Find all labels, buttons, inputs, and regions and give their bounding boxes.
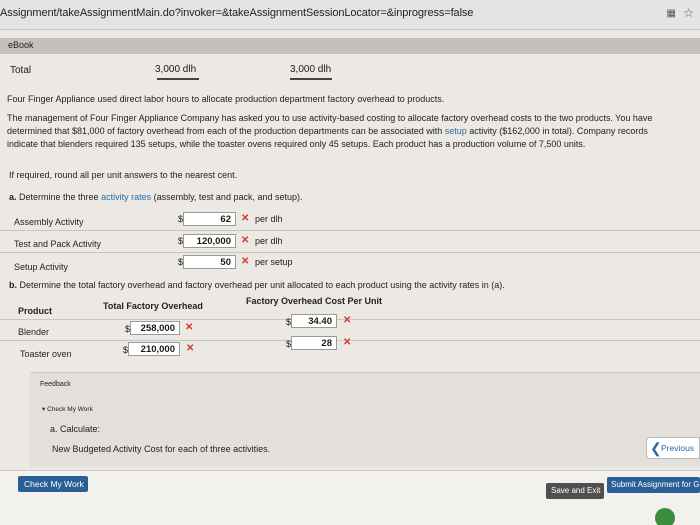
total-label: Total xyxy=(10,65,32,76)
total-underline-1 xyxy=(157,78,199,80)
setup-error-icon: ✕ xyxy=(241,256,250,267)
setup-link[interactable]: setup xyxy=(445,126,467,136)
test-pack-unit: per dlh xyxy=(255,236,283,246)
submit-assignment-button[interactable]: Submit Assignment for Grading xyxy=(607,477,700,493)
total-row: Total 3,000 dlh 3,000 dlh xyxy=(0,60,700,90)
url-text[interactable]: Assignment/takeAssignmentMain.do?invoker… xyxy=(0,7,473,19)
total-underline-2 xyxy=(290,78,332,80)
assembly-error-icon: ✕ xyxy=(241,213,250,224)
blender-total-input[interactable]: 258,000 xyxy=(130,321,180,335)
assembly-rate-input[interactable]: 62 xyxy=(183,212,236,226)
feedback-title: Feedback xyxy=(40,381,71,388)
check-my-work-toggle[interactable]: ▾ Check My Work xyxy=(42,403,93,416)
previous-button[interactable]: ❮ Previous xyxy=(646,437,700,459)
setup-activity-label: Setup Activity xyxy=(14,262,69,272)
toaster-total-input[interactable]: 210,000 xyxy=(128,342,180,356)
setup-rate-input[interactable]: 50 xyxy=(183,255,236,269)
toaster-per-unit-input[interactable]: 28 xyxy=(291,336,337,350)
check-my-work-button[interactable]: Check My Work xyxy=(18,476,88,492)
part-b-prompt: b. Determine the total factory overhead … xyxy=(9,280,505,290)
assembly-unit: per dlh xyxy=(255,214,283,224)
part-a-prompt: a. Determine the three activity rates (a… xyxy=(9,192,303,202)
assignment-page: eBook Total 3,000 dlh 3,000 dlh Four Fin… xyxy=(0,30,700,525)
feedback-detail: New Budgeted Activity Cost for each of t… xyxy=(52,444,271,454)
star-icon[interactable]: ☆ xyxy=(683,6,694,20)
total-value-1: 3,000 dlh xyxy=(155,64,197,75)
feedback-item: a. Calculate: xyxy=(50,424,101,434)
save-and-exit-button[interactable]: Save and Exit xyxy=(546,483,604,499)
rounding-note: If required, round all per unit answers … xyxy=(9,170,238,180)
header-per-unit: Factory Overhead Cost Per Unit xyxy=(246,296,383,306)
previous-label: Previous xyxy=(661,443,695,453)
blender-label: Blender xyxy=(18,327,50,337)
blender-per-unit-input[interactable]: 34.40 xyxy=(291,314,337,328)
intro-text: Four Finger Appliance used direct labor … xyxy=(7,94,445,104)
paragraph-line-3: indicate that blenders required 135 setu… xyxy=(7,139,586,149)
toaster-total-error-icon: ✕ xyxy=(186,343,195,354)
divider xyxy=(0,252,700,253)
chevron-left-icon: ❮ xyxy=(650,440,662,456)
grid-icon[interactable]: ▦ xyxy=(667,8,676,19)
activity-rates-link[interactable]: activity rates xyxy=(101,192,151,202)
assembly-activity-label: Assembly Activity xyxy=(14,217,84,227)
total-value-2: 3,000 dlh xyxy=(290,64,332,75)
header-total-overhead: Total Factory Overhead xyxy=(103,301,203,311)
toaster-oven-label: Toaster oven xyxy=(20,349,72,359)
browser-url-bar[interactable]: Assignment/takeAssignmentMain.do?invoker… xyxy=(0,0,700,30)
header-product: Product xyxy=(18,306,53,316)
paragraph-line-2: determined that $81,000 of factory overh… xyxy=(7,126,648,136)
blender-per-unit-error-icon: ✕ xyxy=(343,315,352,326)
problem-paragraph: The management of Four Finger Appliance … xyxy=(7,112,697,151)
ebook-tab-label: eBook xyxy=(8,40,34,50)
test-pack-error-icon: ✕ xyxy=(241,235,250,246)
test-pack-rate-input[interactable]: 120,000 xyxy=(183,234,236,248)
toaster-per-unit-error-icon: ✕ xyxy=(343,337,352,348)
paragraph-line-1: The management of Four Finger Appliance … xyxy=(7,113,653,123)
app-dock-icon xyxy=(655,508,675,525)
feedback-panel: Feedback ▾ Check My Work a. Calculate: N… xyxy=(30,372,700,467)
divider xyxy=(0,230,700,231)
setup-unit: per setup xyxy=(255,257,293,267)
test-pack-activity-label: Test and Pack Activity xyxy=(14,239,102,249)
blender-total-error-icon: ✕ xyxy=(185,322,194,333)
ebook-tab[interactable]: eBook xyxy=(0,38,700,54)
